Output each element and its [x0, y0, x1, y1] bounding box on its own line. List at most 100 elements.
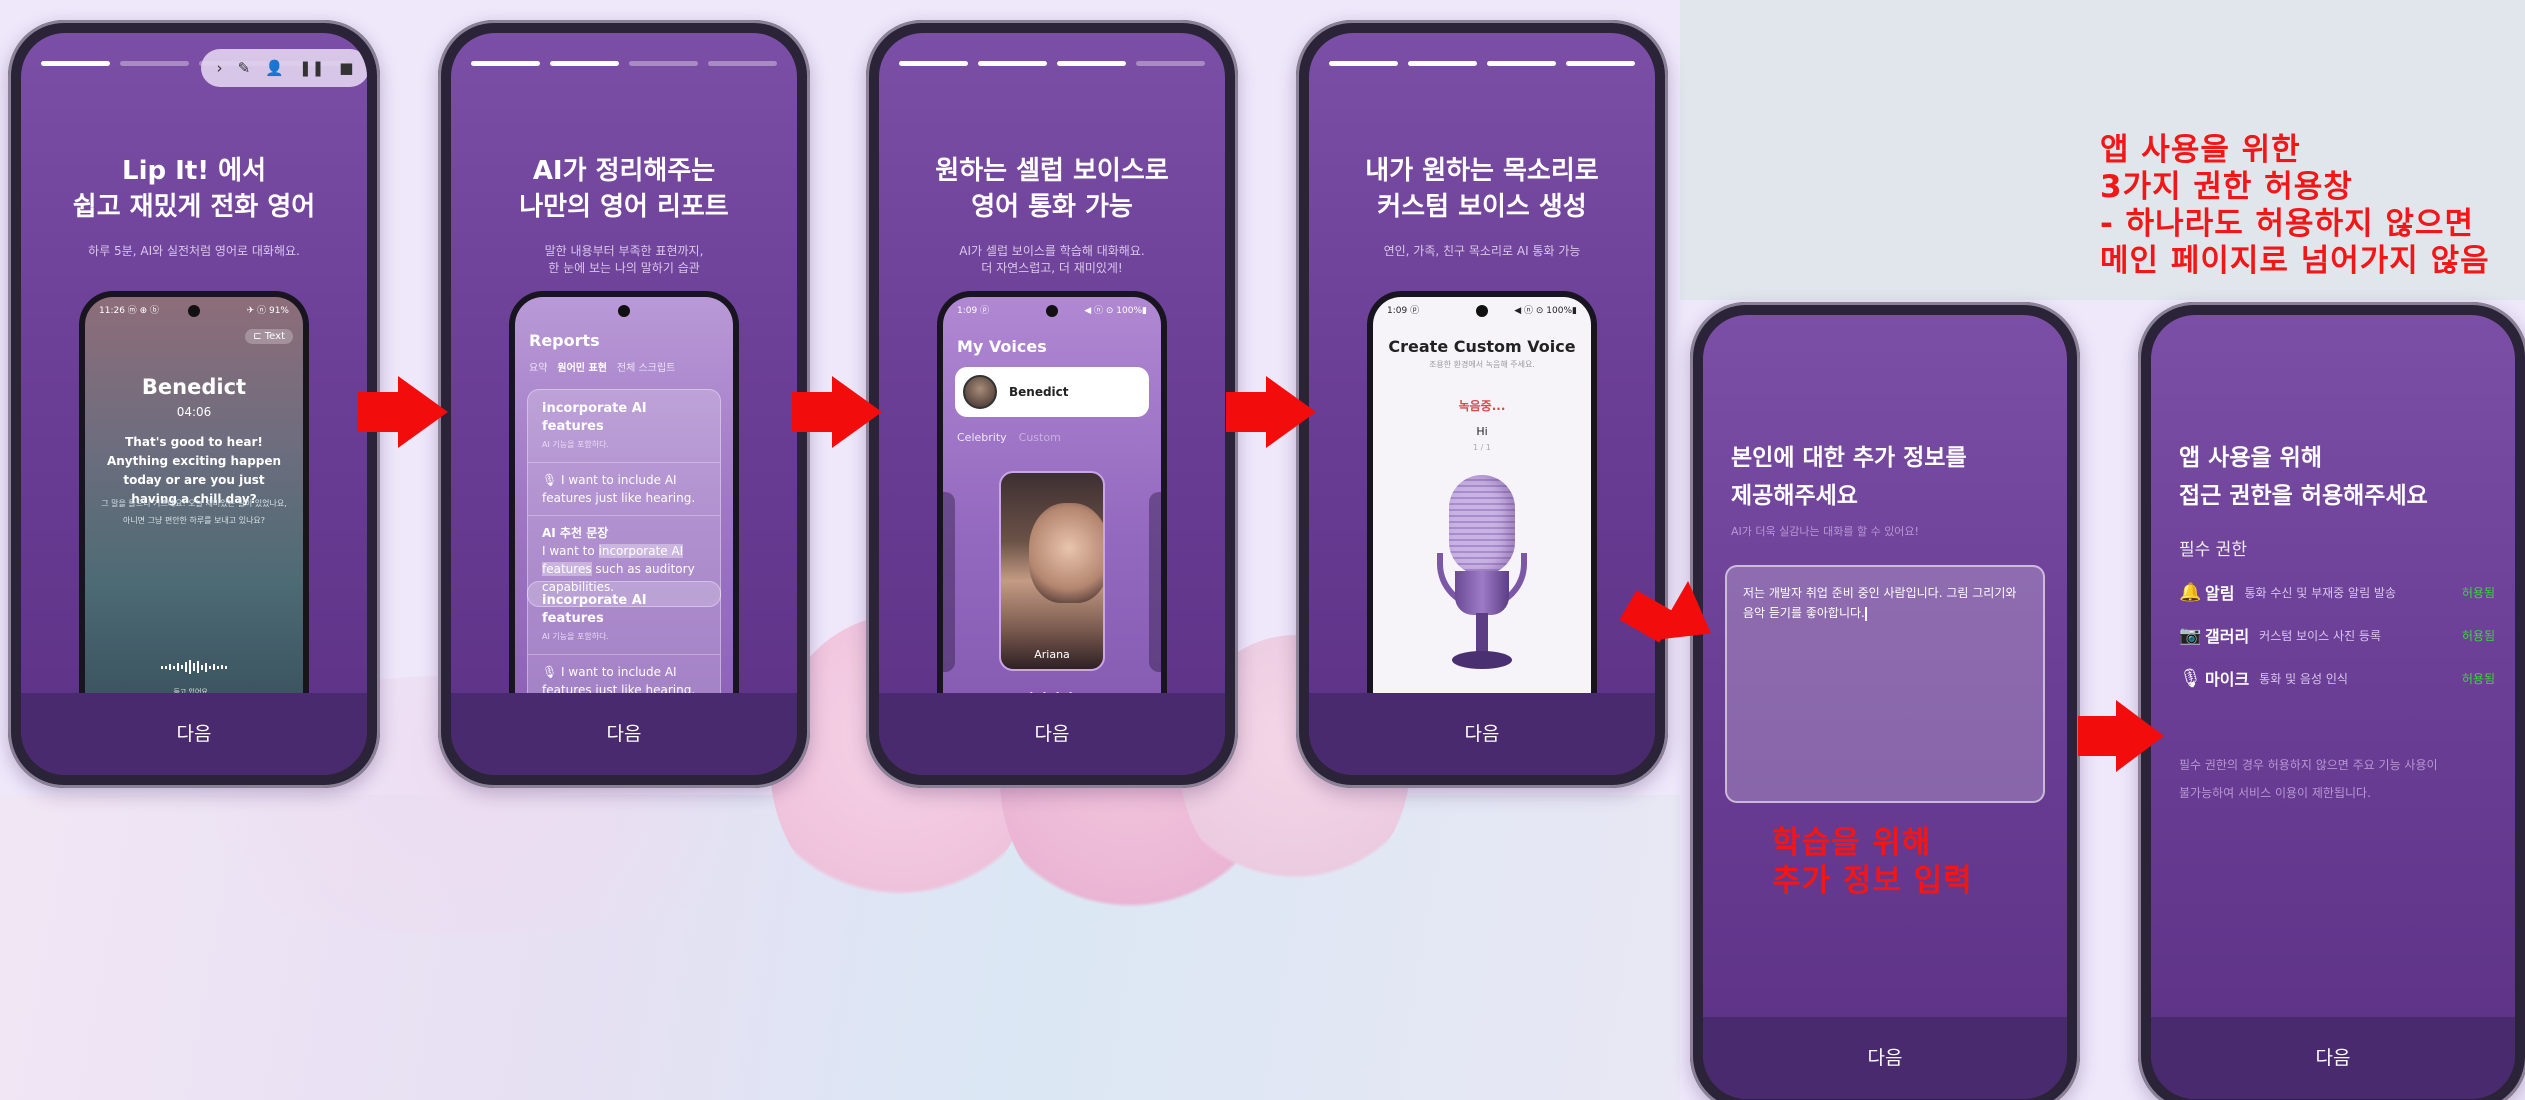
chevron-right-icon[interactable]: ›	[217, 59, 223, 77]
celebrity-card-left	[943, 492, 955, 672]
next-button[interactable]: 다음	[451, 693, 797, 775]
progress-bar	[1329, 61, 1635, 66]
next-button[interactable]: 다음	[1309, 693, 1655, 775]
camera-icon: 📷	[2179, 624, 2202, 646]
inner-phone: Reports 요약 원어민 표현 전체 스크립트 incorporate AI…	[509, 291, 739, 736]
next-button[interactable]: 다음	[2151, 1017, 2515, 1099]
phone-onboarding-2: AI가 정리해주는 나만의 영어 리포트 말한 내용부터 부족한 표현까지, 한 눈…	[438, 20, 810, 788]
screen-2: AI가 정리해주는 나만의 영어 리포트 말한 내용부터 부족한 표현까지, 한 눈…	[451, 33, 797, 775]
page-title: 앱 사용을 위해 접근 권한을 허용해주세요	[2179, 445, 2428, 509]
screen-6: 앱 사용을 위해 접근 권한을 허용해주세요 필수 권한 🔔 알림 통화 수신 및 …	[2151, 315, 2515, 1099]
next-button[interactable]: 다음	[1703, 1017, 2067, 1099]
permission-note: 필수 권한의 경우 허용하지 않으면 주요 기능 사용이 불가능하여 서비스 이용…	[2179, 758, 2438, 800]
report-card[interactable]: incorporate AI features AI 기능을 포함하다. 🎙 I …	[527, 389, 721, 607]
progress-bar	[899, 61, 1205, 66]
page-subtitle: 하루 5분, AI와 실전처럼 영어로 대화해요.	[88, 244, 300, 258]
ai-message-translation: 그 말을 들으니 기쁘네요! 오늘 재미있는 일이 있었나요, 아니면 그냥 편안…	[101, 499, 287, 525]
celebrity-card[interactable]: Ariana	[999, 471, 1105, 671]
inner-phone: 1:09 ⓟ ◀ ⓝ ⊙ 100%▮ Create Custom Voice 조용…	[1367, 291, 1597, 736]
microphone-icon: 🎙	[2179, 667, 2202, 689]
page-title: 원하는 셀럽 보이스로 영어 통화 가능	[935, 156, 1169, 222]
required-permissions-heading: 필수 권한	[2179, 540, 2247, 560]
voices-heading: My Voices	[957, 337, 1047, 356]
voice-type-tabs: Celebrity Custom	[957, 431, 1061, 444]
phone-additional-info: 본인에 대한 추가 정보를 제공해주세요 AI가 더욱 실감나는 대화를 할 수 …	[1690, 302, 2080, 1100]
flow-arrow-icon	[398, 376, 448, 448]
recording-hint: 조용한 환경에서 녹음해 주세요.	[1429, 360, 1535, 369]
celebrity-photo	[1029, 503, 1103, 603]
annotation-permissions: 앱 사용을 위한 3가지 권한 허용창 - 하나라도 허용하지 않으면 메인 페이지로…	[2100, 132, 2490, 279]
selected-voice-card[interactable]: Benedict	[955, 367, 1149, 417]
phone-onboarding-1: › ✎ 👤 ❚❚ ■ Lip It! 에서 쉽고 재밌게 전화 영어 하루 5분,…	[8, 20, 380, 788]
camera-icon	[1046, 305, 1058, 317]
profile-info-textarea[interactable]: 저는 개발자 취업 준비 중인 사람입니다. 그림 그리기와 음악 듣기를 좋아…	[1725, 565, 2045, 803]
page-subtitle: 말한 내용부터 부족한 표현까지, 한 눈에 보는 나의 말하기 습관	[544, 244, 704, 275]
recording-word: Hi	[1476, 425, 1488, 438]
page-subtitle: AI가 더욱 실감나는 대화를 할 수 있어요!	[1731, 525, 1919, 538]
microphone-icon[interactable]	[1437, 475, 1527, 685]
voices-screen: 1:09 ⓟ ◀ ⓝ ⊙ 100%▮ My Voices Benedict Cel…	[943, 297, 1161, 736]
flow-arrow-icon	[1266, 376, 1316, 448]
pen-icon[interactable]: ✎	[238, 59, 251, 77]
call-screen: 11:26 ⓜ ⊕ ⓑ ✈ ⓝ 91% ⊏ Text Benedict 04:06…	[85, 297, 303, 736]
bell-icon: 🔔	[2179, 581, 2202, 603]
phone-onboarding-3: 원하는 셀럽 보이스로 영어 통화 가능 AI가 셀럽 보이스를 학습해 대화해요…	[866, 20, 1238, 788]
phone-permissions: 앱 사용을 위해 접근 권한을 허용해주세요 필수 권한 🔔 알림 통화 수신 및 …	[2138, 302, 2525, 1100]
text-toggle-button[interactable]: ⊏ Text	[245, 329, 293, 344]
flow-arrow-icon	[792, 392, 834, 432]
call-timer: 04:06	[176, 405, 212, 419]
page-title: 본인에 대한 추가 정보를 제공해주세요	[1731, 445, 1967, 509]
pause-icon[interactable]: ❚❚	[299, 59, 324, 77]
reports-heading: Reports	[529, 331, 600, 350]
tab-summary[interactable]: 요약	[529, 359, 547, 374]
allowed-badge: 허용됨	[2461, 671, 2495, 686]
waveform	[125, 659, 263, 675]
screen-1: › ✎ 👤 ❚❚ ■ Lip It! 에서 쉽고 재밌게 전화 영어 하루 5분,…	[21, 33, 367, 775]
report-tabs: 요약 원어민 표현 전체 스크립트	[529, 359, 675, 374]
custom-voice-screen: 1:09 ⓟ ◀ ⓝ ⊙ 100%▮ Create Custom Voice 조용…	[1373, 297, 1591, 736]
page-title: 내가 원하는 목소리로 커스텀 보이스 생성	[1365, 156, 1599, 222]
permission-gallery[interactable]: 📷 갤러리 커스텀 보이스 사진 등록 허용됨	[2179, 620, 2495, 650]
next-button[interactable]: 다음	[879, 693, 1225, 775]
recording-status: 녹음중...	[1458, 399, 1506, 413]
camera-icon	[1476, 305, 1488, 317]
camera-icon	[188, 305, 200, 317]
flow-arrow-icon	[832, 376, 882, 448]
flow-arrow-icon	[358, 392, 400, 432]
recording-count: 1 / 1	[1473, 443, 1491, 452]
tab-full-script[interactable]: 전체 스크립트	[617, 359, 675, 374]
tab-native-expressions[interactable]: 원어민 표현	[557, 359, 606, 374]
person-icon[interactable]: 👤	[265, 59, 284, 77]
permission-notification[interactable]: 🔔 알림 통화 수신 및 부재중 알림 발송 허용됨	[2179, 577, 2495, 607]
tab-celebrity[interactable]: Celebrity	[957, 431, 1007, 444]
page-subtitle: AI가 셀럽 보이스를 학습해 대화해요. 더 자연스럽고, 더 재미있게!	[959, 244, 1145, 275]
page-title: AI가 정리해주는 나만의 영어 리포트	[519, 156, 729, 222]
annotation-additional-info: 학습을 위해 추가 정보 입력	[1772, 825, 1973, 899]
screen-3: 원하는 셀럽 보이스로 영어 통화 가능 AI가 셀럽 보이스를 학습해 대화해요…	[879, 33, 1225, 775]
avatar	[963, 375, 997, 409]
celebrity-name: Ariana	[1034, 648, 1070, 661]
screen-5: 본인에 대한 추가 정보를 제공해주세요 AI가 더욱 실감나는 대화를 할 수 …	[1703, 315, 2067, 1099]
camera-icon	[618, 305, 630, 317]
next-button[interactable]: 다음	[21, 693, 367, 775]
flow-arrow-icon	[1226, 392, 1268, 432]
permission-microphone[interactable]: 🎙 마이크 통화 및 음성 인식 허용됨	[2179, 663, 2495, 693]
custom-voice-heading: Create Custom Voice	[1388, 337, 1576, 356]
screen-toolbar: › ✎ 👤 ❚❚ ■	[201, 49, 367, 87]
progress-bar	[471, 61, 777, 66]
celebrity-card-right	[1149, 492, 1161, 672]
allowed-badge: 허용됨	[2461, 628, 2495, 643]
page-title: Lip It! 에서 쉽고 재밌게 전화 영어	[72, 156, 316, 222]
allowed-badge: 허용됨	[2461, 585, 2495, 600]
page-subtitle: 연인, 가족, 친구 목소리로 AI 통화 가능	[1383, 244, 1581, 258]
inner-phone: 1:09 ⓟ ◀ ⓝ ⊙ 100%▮ My Voices Benedict Cel…	[937, 291, 1167, 736]
caller-name: Benedict	[141, 375, 247, 399]
flow-arrow-icon	[2116, 700, 2164, 772]
inner-phone: 11:26 ⓜ ⊕ ⓑ ✈ ⓝ 91% ⊏ Text Benedict 04:06…	[79, 291, 309, 736]
tab-custom[interactable]: Custom	[1019, 431, 1061, 444]
stop-icon[interactable]: ■	[339, 59, 353, 77]
background-decoration	[0, 615, 1680, 1100]
flow-arrow-icon	[2078, 716, 2118, 756]
reports-screen: Reports 요약 원어민 표현 전체 스크립트 incorporate AI…	[515, 297, 733, 736]
phone-onboarding-4: 내가 원하는 목소리로 커스텀 보이스 생성 연인, 가족, 친구 목소리로 AI…	[1296, 20, 1668, 788]
